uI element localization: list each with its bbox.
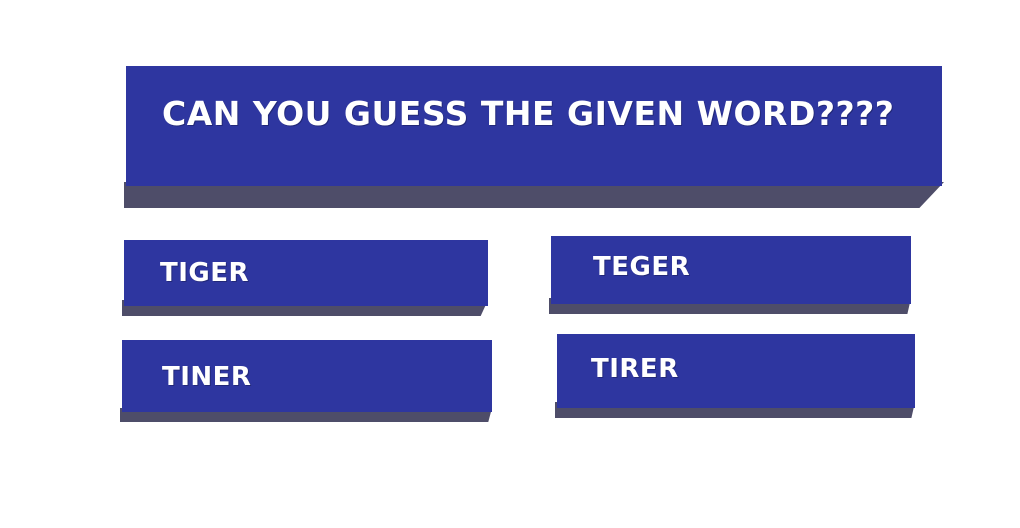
option-label: TINER [162,362,252,392]
option-label: TEGER [593,252,691,282]
option-label: TIGER [160,258,250,288]
option-button-tirer[interactable]: TIRER [555,332,917,420]
option-button-teger[interactable]: TEGER [549,234,913,316]
question-banner: CAN YOU GUESS THE GIVEN WORD???? [122,64,944,212]
question-text: CAN YOU GUESS THE GIVEN WORD???? [162,94,895,133]
option-button-tiger[interactable]: TIGER [122,238,490,318]
option-button-tiner[interactable]: TINER [120,338,494,424]
option-label: TIRER [591,354,679,384]
